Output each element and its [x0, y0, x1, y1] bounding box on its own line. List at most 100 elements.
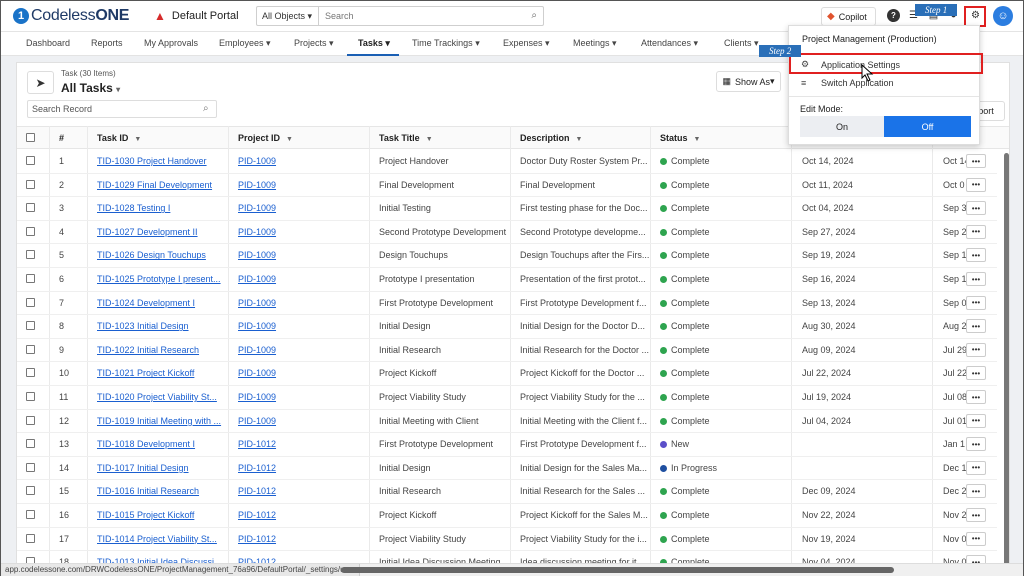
row-checkbox[interactable] — [26, 203, 35, 213]
project-id-link[interactable]: PID-1009 — [238, 227, 276, 237]
row-more-button[interactable]: ••• — [966, 366, 986, 381]
project-id-link[interactable]: PID-1009 — [238, 345, 276, 355]
row-checkbox[interactable] — [26, 226, 35, 236]
table-row[interactable]: 13 TID-1018 Development I PID-1012 First Pr… — [17, 433, 997, 457]
row-checkbox[interactable] — [26, 321, 35, 331]
row-checkbox[interactable] — [26, 297, 35, 307]
task-id-link[interactable]: TID-1028 Testing I — [97, 203, 170, 213]
row-more-button[interactable]: ••• — [966, 224, 986, 239]
row-checkbox[interactable] — [26, 344, 35, 354]
nav-meetings[interactable]: Meetings ▾ — [573, 38, 617, 49]
row-checkbox[interactable] — [26, 415, 35, 425]
project-id-link[interactable]: PID-1012 — [238, 439, 276, 449]
row-more-button[interactable]: ••• — [966, 154, 986, 168]
task-id-link[interactable]: TID-1018 Development I — [97, 439, 195, 449]
project-id-link[interactable]: PID-1012 — [238, 510, 276, 520]
row-more-button[interactable]: ••• — [966, 484, 986, 499]
row-more-button[interactable]: ••• — [966, 319, 986, 334]
row-more-button[interactable]: ••• — [966, 342, 986, 357]
row-more-button[interactable]: ••• — [966, 201, 986, 216]
search-icon[interactable]: ⌕ — [531, 10, 537, 21]
help-icon[interactable]: ? — [887, 9, 900, 22]
nav-tasks[interactable]: Tasks ▾ — [358, 38, 390, 49]
nav-dashboard[interactable]: Dashboard — [26, 38, 70, 48]
table-row[interactable]: 6 TID-1025 Prototype I present... PID-1009… — [17, 268, 997, 292]
column-header-project-id[interactable]: Project ID ▼ — [238, 133, 293, 143]
project-id-link[interactable]: PID-1009 — [238, 156, 276, 166]
table-row[interactable]: 8 TID-1023 Initial Design PID-1009 Initial … — [17, 315, 997, 339]
table-row[interactable]: 12 TID-1019 Initial Meeting with ... PID-1… — [17, 410, 997, 434]
table-row[interactable]: 15 TID-1016 Initial Research PID-1012 Initi… — [17, 480, 997, 504]
table-row[interactable]: 9 TID-1022 Initial Research PID-1009 Initia… — [17, 339, 997, 363]
project-id-link[interactable]: PID-1009 — [238, 180, 276, 190]
task-id-link[interactable]: TID-1019 Initial Meeting with ... — [97, 416, 221, 426]
task-id-link[interactable]: TID-1026 Design Touchups — [97, 250, 206, 260]
task-id-link[interactable]: TID-1024 Development I — [97, 298, 195, 308]
table-row[interactable]: 2 TID-1029 Final Development PID-1009 Final… — [17, 174, 997, 198]
nav-attendances[interactable]: Attendances ▾ — [641, 38, 698, 49]
project-id-link[interactable]: PID-1009 — [238, 368, 276, 378]
column-header-task-title[interactable]: Task Title ▼ — [379, 133, 433, 143]
row-checkbox[interactable] — [26, 439, 35, 449]
table-row[interactable]: 7 TID-1024 Development I PID-1009 First Pro… — [17, 292, 997, 316]
table-row[interactable]: 17 TID-1014 Project Viability St... PID-10… — [17, 528, 997, 552]
row-more-button[interactable]: ••• — [966, 248, 986, 263]
send-button[interactable]: ➤ — [27, 71, 54, 94]
nav-reports[interactable]: Reports — [91, 38, 123, 48]
nav-projects[interactable]: Projects ▾ — [294, 38, 334, 49]
table-row[interactable]: 3 TID-1028 Testing I PID-1009 Initial Testi… — [17, 197, 997, 221]
project-id-link[interactable]: PID-1009 — [238, 392, 276, 402]
row-more-button[interactable]: ••• — [966, 437, 986, 452]
task-id-link[interactable]: TID-1025 Prototype I present... — [97, 274, 221, 284]
horizontal-scrollbar[interactable] — [341, 567, 894, 573]
task-id-link[interactable]: TID-1029 Final Development — [97, 180, 212, 190]
row-more-button[interactable]: ••• — [966, 272, 986, 286]
table-row[interactable]: 10 TID-1021 Project Kickoff PID-1009 Projec… — [17, 362, 997, 386]
table-row[interactable]: 11 TID-1020 Project Viability St... PID-10… — [17, 386, 997, 410]
row-checkbox[interactable] — [26, 510, 35, 519]
column-header-description[interactable]: Description ▼ — [520, 133, 582, 143]
row-more-button[interactable]: ••• — [966, 460, 986, 475]
search-input[interactable]: Search — [319, 7, 543, 25]
table-row[interactable]: 14 TID-1017 Initial Design PID-1012 Initial… — [17, 457, 997, 481]
record-search-input[interactable]: Search Record — [27, 100, 217, 118]
row-checkbox[interactable] — [26, 462, 35, 472]
column-header-task-id[interactable]: Task ID ▼ — [97, 133, 141, 143]
task-id-link[interactable]: TID-1027 Development II — [97, 227, 198, 237]
copilot-button[interactable]: ◆ Copilot — [821, 7, 876, 26]
task-id-link[interactable]: TID-1014 Project Viability St... — [97, 534, 217, 544]
table-row[interactable]: 16 TID-1015 Project Kickoff PID-1012 Projec… — [17, 504, 997, 528]
row-checkbox[interactable] — [26, 156, 35, 165]
show-as-button[interactable]: ▦ Show As ▾ — [716, 71, 781, 92]
row-checkbox[interactable] — [26, 274, 35, 283]
project-id-link[interactable]: PID-1009 — [238, 274, 276, 284]
switch-application-item[interactable]: ≡ Switch Application — [801, 78, 894, 88]
row-more-button[interactable]: ••• — [966, 390, 986, 404]
row-more-button[interactable]: ••• — [966, 531, 986, 546]
search-scope-select[interactable]: All Objects ▾ — [257, 7, 319, 25]
user-avatar[interactable]: ☺ — [993, 6, 1013, 26]
nav-clients[interactable]: Clients ▾ — [724, 38, 759, 49]
app-logo[interactable]: 1 CodelessONE — [13, 7, 129, 25]
nav-employees[interactable]: Employees ▾ — [219, 38, 271, 49]
project-id-link[interactable]: PID-1009 — [238, 416, 276, 426]
project-id-link[interactable]: PID-1009 — [238, 298, 276, 308]
table-row[interactable]: 4 TID-1027 Development II PID-1009 Second P… — [17, 221, 997, 245]
task-id-link[interactable]: TID-1016 Initial Research — [97, 486, 199, 496]
row-checkbox[interactable] — [26, 392, 35, 401]
edit-mode-off-button[interactable]: Off — [884, 116, 971, 137]
project-id-link[interactable]: PID-1009 — [238, 203, 276, 213]
row-checkbox[interactable] — [26, 179, 35, 189]
task-id-link[interactable]: TID-1021 Project Kickoff — [97, 368, 194, 378]
nav-expenses[interactable]: Expenses ▾ — [503, 38, 550, 49]
table-row[interactable]: 1 TID-1030 Project Handover PID-1009 Projec… — [17, 150, 997, 174]
vertical-scrollbar[interactable] — [1004, 153, 1009, 573]
edit-mode-on-button[interactable]: On — [800, 116, 884, 137]
row-more-button[interactable]: ••• — [966, 295, 986, 310]
row-checkbox[interactable] — [26, 486, 35, 496]
task-id-link[interactable]: TID-1022 Initial Research — [97, 345, 199, 355]
column-header-status[interactable]: Status ▼ — [660, 133, 700, 143]
project-id-link[interactable]: PID-1012 — [238, 534, 276, 544]
select-all-checkbox[interactable] — [26, 133, 35, 142]
row-checkbox[interactable] — [26, 533, 35, 543]
